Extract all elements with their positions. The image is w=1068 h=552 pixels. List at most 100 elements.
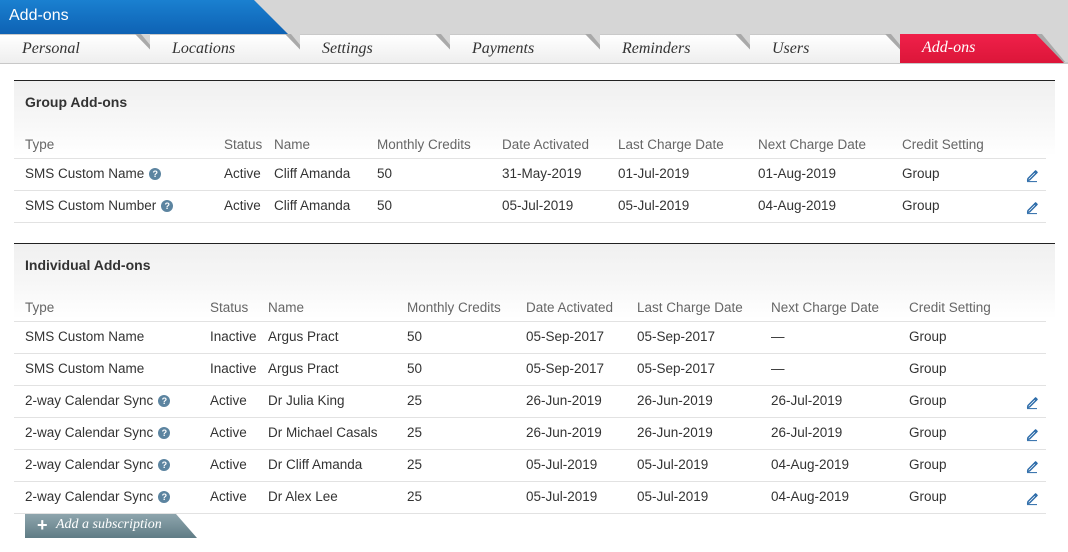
column-header-monthly-credits[interactable]: Monthly Credits: [377, 137, 471, 152]
table-row: SMS Custom Number? Active Cliff Amanda 50 05…: [14, 191, 1046, 223]
cell-text: 05-Sep-2017: [526, 329, 605, 344]
cell-text: 2-way Calendar Sync: [25, 425, 154, 440]
individual-addons-title: Individual Add-ons: [25, 257, 151, 273]
tab-users[interactable]: Users: [750, 34, 913, 63]
cell-monthly-credits: 25: [407, 393, 422, 408]
cell-text: —: [771, 361, 785, 376]
table-row: SMS Custom Name Inactive Argus Pract 50 05-S…: [14, 354, 1046, 386]
tab-reminders[interactable]: Reminders: [600, 34, 763, 63]
column-header-date-activated[interactable]: Date Activated: [526, 300, 613, 315]
column-header-type[interactable]: Type: [25, 300, 54, 315]
table-row: 2-way Calendar Sync? Active Dr Michael Cas…: [14, 418, 1046, 450]
column-header-type[interactable]: Type: [25, 137, 54, 152]
cell-date-activated: 05-Jul-2019: [526, 457, 597, 472]
cell-status: Active: [210, 489, 247, 504]
help-icon[interactable]: ?: [158, 459, 171, 471]
table-header-row: Type Status Name Monthly Credits Date Activa…: [14, 297, 1046, 322]
column-header-next-charge-date[interactable]: Next Charge Date: [771, 300, 879, 315]
help-icon[interactable]: ?: [149, 168, 162, 180]
edit-icon[interactable]: [1024, 490, 1040, 506]
cell-text: Active: [210, 489, 247, 504]
individual-addons-section: Individual Add-ons Type Status Name Monthly…: [14, 243, 1055, 515]
cell-text: 05-Jul-2019: [618, 198, 690, 213]
tab-settings[interactable]: Settings: [300, 34, 463, 63]
edit-icon[interactable]: [1024, 394, 1040, 410]
cell-last-charge-date: 05-Jul-2019: [618, 198, 689, 213]
add-subscription-label: Add a subscription: [56, 517, 162, 532]
help-icon[interactable]: ?: [158, 427, 171, 439]
cell-text: 26-Jul-2019: [771, 425, 843, 440]
cell-text: Cliff Amanda: [274, 198, 351, 213]
cell-text: Argus Pract: [268, 361, 339, 376]
cell-name: Cliff Amanda: [274, 166, 350, 181]
tab-locations[interactable]: Locations: [150, 34, 313, 63]
cell-type: SMS Custom Name?: [25, 166, 162, 181]
group-addons-title: Group Add-ons: [25, 94, 128, 110]
tab-payments[interactable]: Payments: [450, 34, 613, 63]
column-header-next-charge-date[interactable]: Next Charge Date: [758, 137, 866, 152]
edit-icon[interactable]: [1024, 199, 1040, 215]
add-subscription-button[interactable]: + Add a subscription: [25, 514, 197, 538]
cell-next-charge-date: 04-Aug-2019: [771, 489, 849, 504]
cell-status: Active: [210, 425, 247, 440]
cell-text: Argus Pract: [268, 329, 339, 344]
cell-credit-setting: Group: [909, 329, 947, 344]
column-header-name[interactable]: Name: [268, 300, 304, 315]
column-header-last-charge-date[interactable]: Last Charge Date: [637, 300, 743, 315]
cell-last-charge-date: 05-Sep-2017: [637, 361, 715, 376]
cell-monthly-credits: 50: [407, 361, 422, 376]
column-header-monthly-credits[interactable]: Monthly Credits: [407, 300, 501, 315]
cell-text: 01-Jul-2019: [618, 166, 690, 181]
column-header-credit-setting[interactable]: Credit Setting: [902, 137, 984, 152]
cell-text: 26-Jun-2019: [526, 393, 602, 408]
help-icon[interactable]: ?: [158, 491, 171, 503]
cell-text: Cliff Amanda: [274, 166, 351, 181]
column-header-credit-setting[interactable]: Credit Setting: [909, 300, 991, 315]
help-icon[interactable]: ?: [161, 200, 174, 212]
edit-icon[interactable]: [1024, 167, 1040, 183]
cell-text: 05-Jul-2019: [637, 457, 709, 472]
cell-text: 2-way Calendar Sync: [25, 393, 154, 408]
cell-name: Cliff Amanda: [274, 198, 350, 213]
help-icon[interactable]: ?: [158, 395, 171, 407]
cell-text: 31-May-2019: [502, 166, 582, 181]
column-header-name[interactable]: Name: [274, 137, 310, 152]
cell-text: 05-Sep-2017: [637, 329, 716, 344]
table-header-row: Type Status Name Monthly Credits Date Activa…: [14, 134, 1046, 159]
cell-type: SMS Custom Name: [25, 361, 144, 376]
cell-status: Active: [224, 198, 261, 213]
cell-credit-setting: Group: [909, 425, 947, 440]
column-header-date-activated[interactable]: Date Activated: [502, 137, 589, 152]
cell-text: 25: [407, 457, 423, 472]
tab-label: Users: [772, 40, 810, 57]
tab-personal[interactable]: Personal: [0, 34, 163, 63]
column-header-status[interactable]: Status: [224, 137, 262, 152]
cell-text: 26-Jun-2019: [637, 393, 713, 408]
cell-text: 2-way Calendar Sync: [25, 457, 154, 472]
cell-next-charge-date: 26-Jul-2019: [771, 425, 842, 440]
cell-text: —: [771, 329, 785, 344]
cell-text: Group: [909, 457, 947, 472]
cell-date-activated: 26-Jun-2019: [526, 425, 602, 440]
cell-text: 04-Aug-2019: [771, 457, 850, 472]
cell-type: 2-way Calendar Sync?: [25, 393, 171, 408]
column-header-last-charge-date[interactable]: Last Charge Date: [618, 137, 724, 152]
edit-icon[interactable]: [1024, 458, 1040, 474]
cell-last-charge-date: 01-Jul-2019: [618, 166, 689, 181]
cell-type: 2-way Calendar Sync?: [25, 425, 171, 440]
cell-text: 50: [377, 166, 393, 181]
column-header-status[interactable]: Status: [210, 300, 248, 315]
edit-icon[interactable]: [1024, 426, 1040, 442]
cell-name: Argus Pract: [268, 361, 339, 376]
cell-text: SMS Custom Name: [25, 361, 145, 376]
cell-text: 04-Aug-2019: [758, 198, 837, 213]
cell-date-activated: 26-Jun-2019: [526, 393, 602, 408]
cell-text: SMS Custom Number: [25, 198, 157, 213]
cell-date-activated: 31-May-2019: [502, 166, 582, 181]
cell-name: Dr Julia King: [268, 393, 345, 408]
table-row: 2-way Calendar Sync? Active Dr Cliff Amand…: [14, 450, 1046, 482]
cell-type: SMS Custom Number?: [25, 198, 174, 213]
tab-add-ons[interactable]: Add-ons: [900, 34, 1064, 63]
cell-text: 26-Jun-2019: [526, 425, 602, 440]
cell-text: 25: [407, 393, 423, 408]
